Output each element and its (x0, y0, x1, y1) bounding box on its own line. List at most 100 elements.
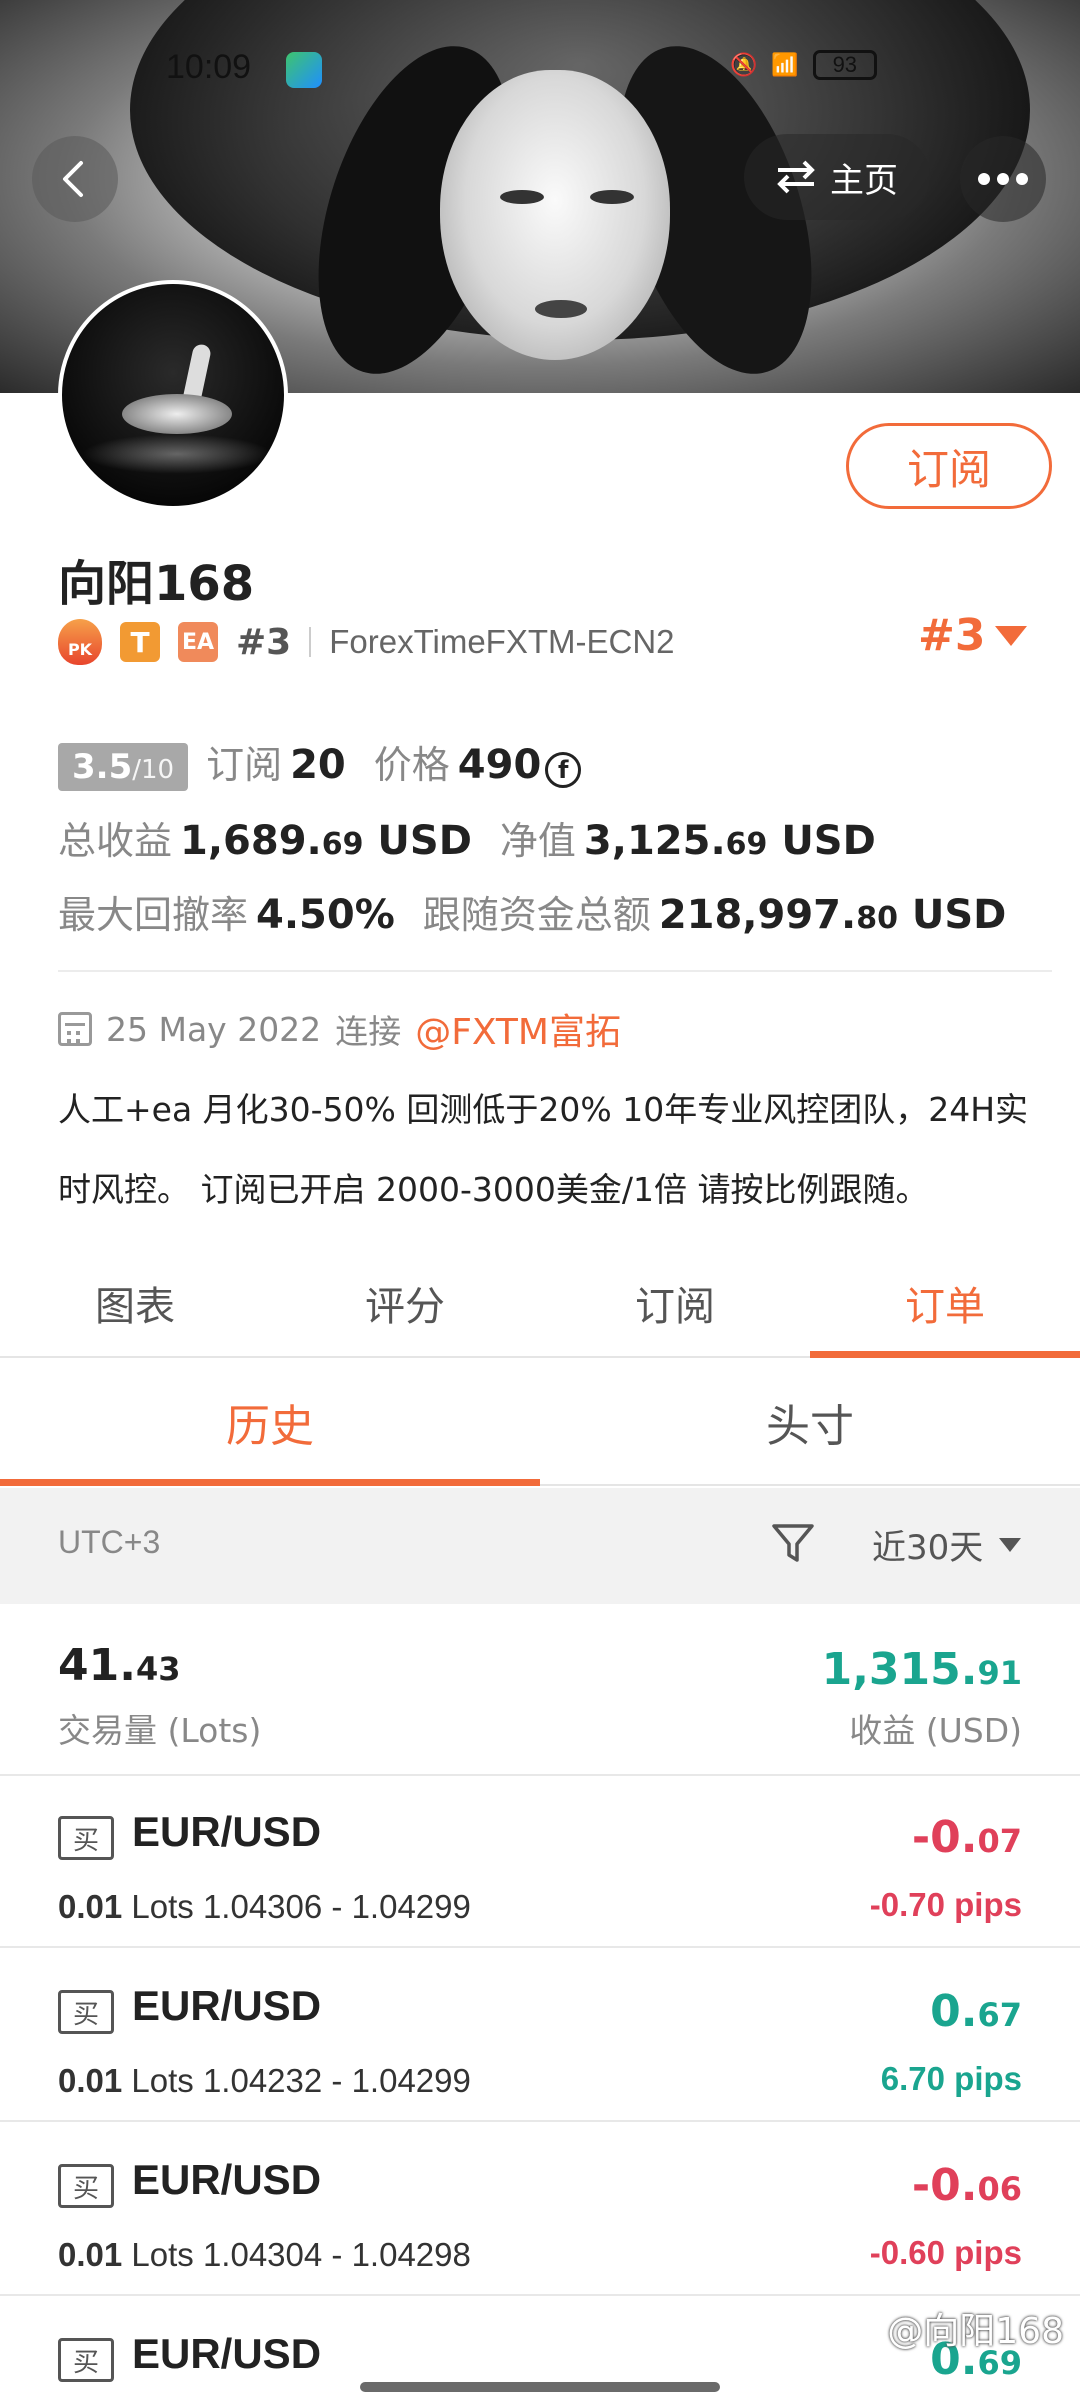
order-detail: 0.01 Lots 1.04306 - 1.04299 (58, 1888, 471, 1926)
battery-icon: 93 (812, 50, 877, 80)
equity-unit: USD (767, 818, 876, 864)
connect-date: 25 May 2022 (106, 1009, 322, 1049)
stats-row-3: 最大回撤率 4.50% 跟随资金总额 218,997.80 USD (58, 884, 1006, 939)
avatar[interactable] (58, 280, 288, 510)
profit-value: 1,315.91 (822, 1644, 1022, 1695)
rank-dropdown[interactable]: #3 (918, 610, 1028, 661)
subscribe-count: 20 (290, 742, 346, 788)
score-value: 3.5 (72, 747, 133, 787)
order-lots: 0.01 (58, 2236, 123, 2273)
score-badge: 3.5/10 (58, 743, 189, 791)
buy-side-badge: 买 (58, 1990, 114, 2034)
subscribe-button[interactable]: 订阅 (846, 423, 1052, 509)
home-indicator[interactable] (360, 2382, 720, 2392)
tab-subscription[interactable]: 订阅 (540, 1250, 810, 1356)
order-lots-label: Lots (122, 2062, 203, 2099)
order-prices: 1.04304 - 1.04298 (202, 2236, 471, 2273)
tab-orders[interactable]: 订单 (810, 1250, 1080, 1358)
broker-link[interactable]: @FXTM富拓 (415, 1003, 621, 1055)
more-dot-icon (1016, 173, 1028, 185)
more-options-button[interactable] (960, 136, 1046, 222)
volume-value: 41.43 (58, 1640, 180, 1691)
t-badge-icon[interactable]: T (120, 622, 160, 662)
total-profit-value: 1,689.69 USD (180, 818, 472, 864)
cover-eye-right (590, 190, 634, 204)
divider (309, 627, 312, 657)
profit-int: 1,315. (821, 1644, 978, 1695)
order-profit-int: -0. (911, 1812, 978, 1863)
history-summary: 41.43 交易量 (Lots) 1,315.91 收益 (USD) (0, 1604, 1080, 1776)
subtab-history[interactable]: 历史 (0, 1360, 540, 1486)
order-profit-int: 0. (930, 1986, 978, 2037)
profit-dec: 91 (977, 1654, 1022, 1692)
equity-value: 3,125.69 USD (584, 818, 876, 864)
avatar-swan (122, 394, 232, 434)
tab-chart[interactable]: 图表 (0, 1250, 270, 1356)
max-drawdown-value: 4.50% (256, 892, 395, 938)
order-profit-dec: 06 (977, 2170, 1022, 2208)
period-dropdown[interactable]: 近30天 (872, 1520, 1022, 1569)
order-lots-label: Lots (122, 1888, 203, 1925)
filter-icon[interactable] (768, 1518, 818, 1568)
tab-rating[interactable]: 评分 (270, 1250, 540, 1356)
period-label: 近30天 (872, 1528, 984, 1568)
more-dot-icon (997, 173, 1009, 185)
caret-down-icon (999, 1537, 1022, 1552)
mute-icon: 🔕 (730, 52, 758, 78)
section-divider (58, 970, 1052, 972)
username: 向阳168 (58, 556, 255, 612)
equity-int: 3,125. (583, 818, 726, 864)
follow-funds-unit: USD (897, 892, 1007, 938)
total-profit-int: 1,689. (180, 818, 322, 864)
order-pair: EUR/USD (132, 1808, 322, 1855)
cover-lips (535, 300, 587, 318)
pk-badge-icon[interactable]: PK (58, 619, 102, 665)
order-prices: 1.04232 - 1.04299 (202, 2062, 471, 2099)
rank-dropdown-label: #3 (918, 610, 986, 661)
rank-label: #3 (236, 621, 292, 663)
coin-icon: f (545, 752, 582, 788)
order-row[interactable]: 买 EUR/USD 0.01 Lots 1.04306 - 1.04299 -0… (0, 1776, 1080, 1948)
ea-badge-icon[interactable]: EA (178, 622, 218, 662)
order-lots: 0.01 (58, 1888, 123, 1925)
strategy-description: 人工+ea 月化30-50% 回测低于20% 10年专业风控团队，24H实时风控… (58, 1090, 1029, 1209)
order-subtabs: 历史 头寸 (0, 1360, 1080, 1486)
equity-dec: 69 (725, 827, 768, 862)
total-profit-unit: USD (363, 818, 472, 864)
timezone-label: UTC+3 (58, 1524, 161, 1560)
order-pips: -0.70 pips (869, 1886, 1022, 1923)
buy-side-badge: 买 (58, 1816, 114, 1860)
main-tabs: 图表 评分 订阅 订单 (0, 1250, 1080, 1358)
back-button[interactable] (32, 136, 118, 222)
total-profit-dec: 69 (321, 827, 364, 862)
home-button[interactable]: 主页 (744, 134, 930, 220)
system-icons: 🔕 📶 93 (730, 50, 877, 80)
order-profit-dec: 07 (977, 1822, 1022, 1860)
order-lots-label: Lots (122, 2236, 203, 2273)
volume-dec: 43 (135, 1650, 181, 1688)
price-label: 价格 (373, 743, 450, 787)
filter-bar: UTC+3 近30天 (0, 1488, 1080, 1604)
connection-info: 25 May 2022 连接 @FXTM富拓 (58, 1003, 621, 1055)
volume-int: 41. (58, 1640, 136, 1691)
order-profit: -0.07 (912, 1812, 1022, 1863)
subtab-positions[interactable]: 头寸 (540, 1360, 1080, 1484)
app-notification-icon (286, 52, 322, 88)
buy-side-badge: 买 (58, 2338, 114, 2382)
order-row[interactable]: 买 EUR/USD 0.01 Lots 1.04232 - 1.04299 0.… (0, 1950, 1080, 2122)
order-lots: 0.01 (58, 2062, 123, 2099)
status-time: 10:09 (166, 48, 252, 86)
order-detail: 0.01 Lots 1.04304 - 1.04298 (58, 2236, 471, 2274)
order-row[interactable]: 买 EUR/USD 0.01 Lots 1.04304 - 1.04298 -0… (0, 2124, 1080, 2296)
home-label: 主页 (830, 160, 898, 201)
order-profit: 0.67 (930, 1986, 1022, 2037)
order-pair: EUR/USD (132, 2330, 322, 2377)
cover-eye-left (500, 190, 544, 204)
order-pair: EUR/USD (132, 1982, 322, 2029)
broker-account: ForexTimeFXTM-ECN2 (329, 623, 675, 660)
price-value: 490 (457, 742, 542, 788)
total-profit-label: 总收益 (58, 819, 173, 863)
subscribe-count-label: 订阅 (206, 743, 283, 787)
follow-funds-dec: 80 (856, 901, 898, 936)
swap-icon (777, 160, 815, 194)
